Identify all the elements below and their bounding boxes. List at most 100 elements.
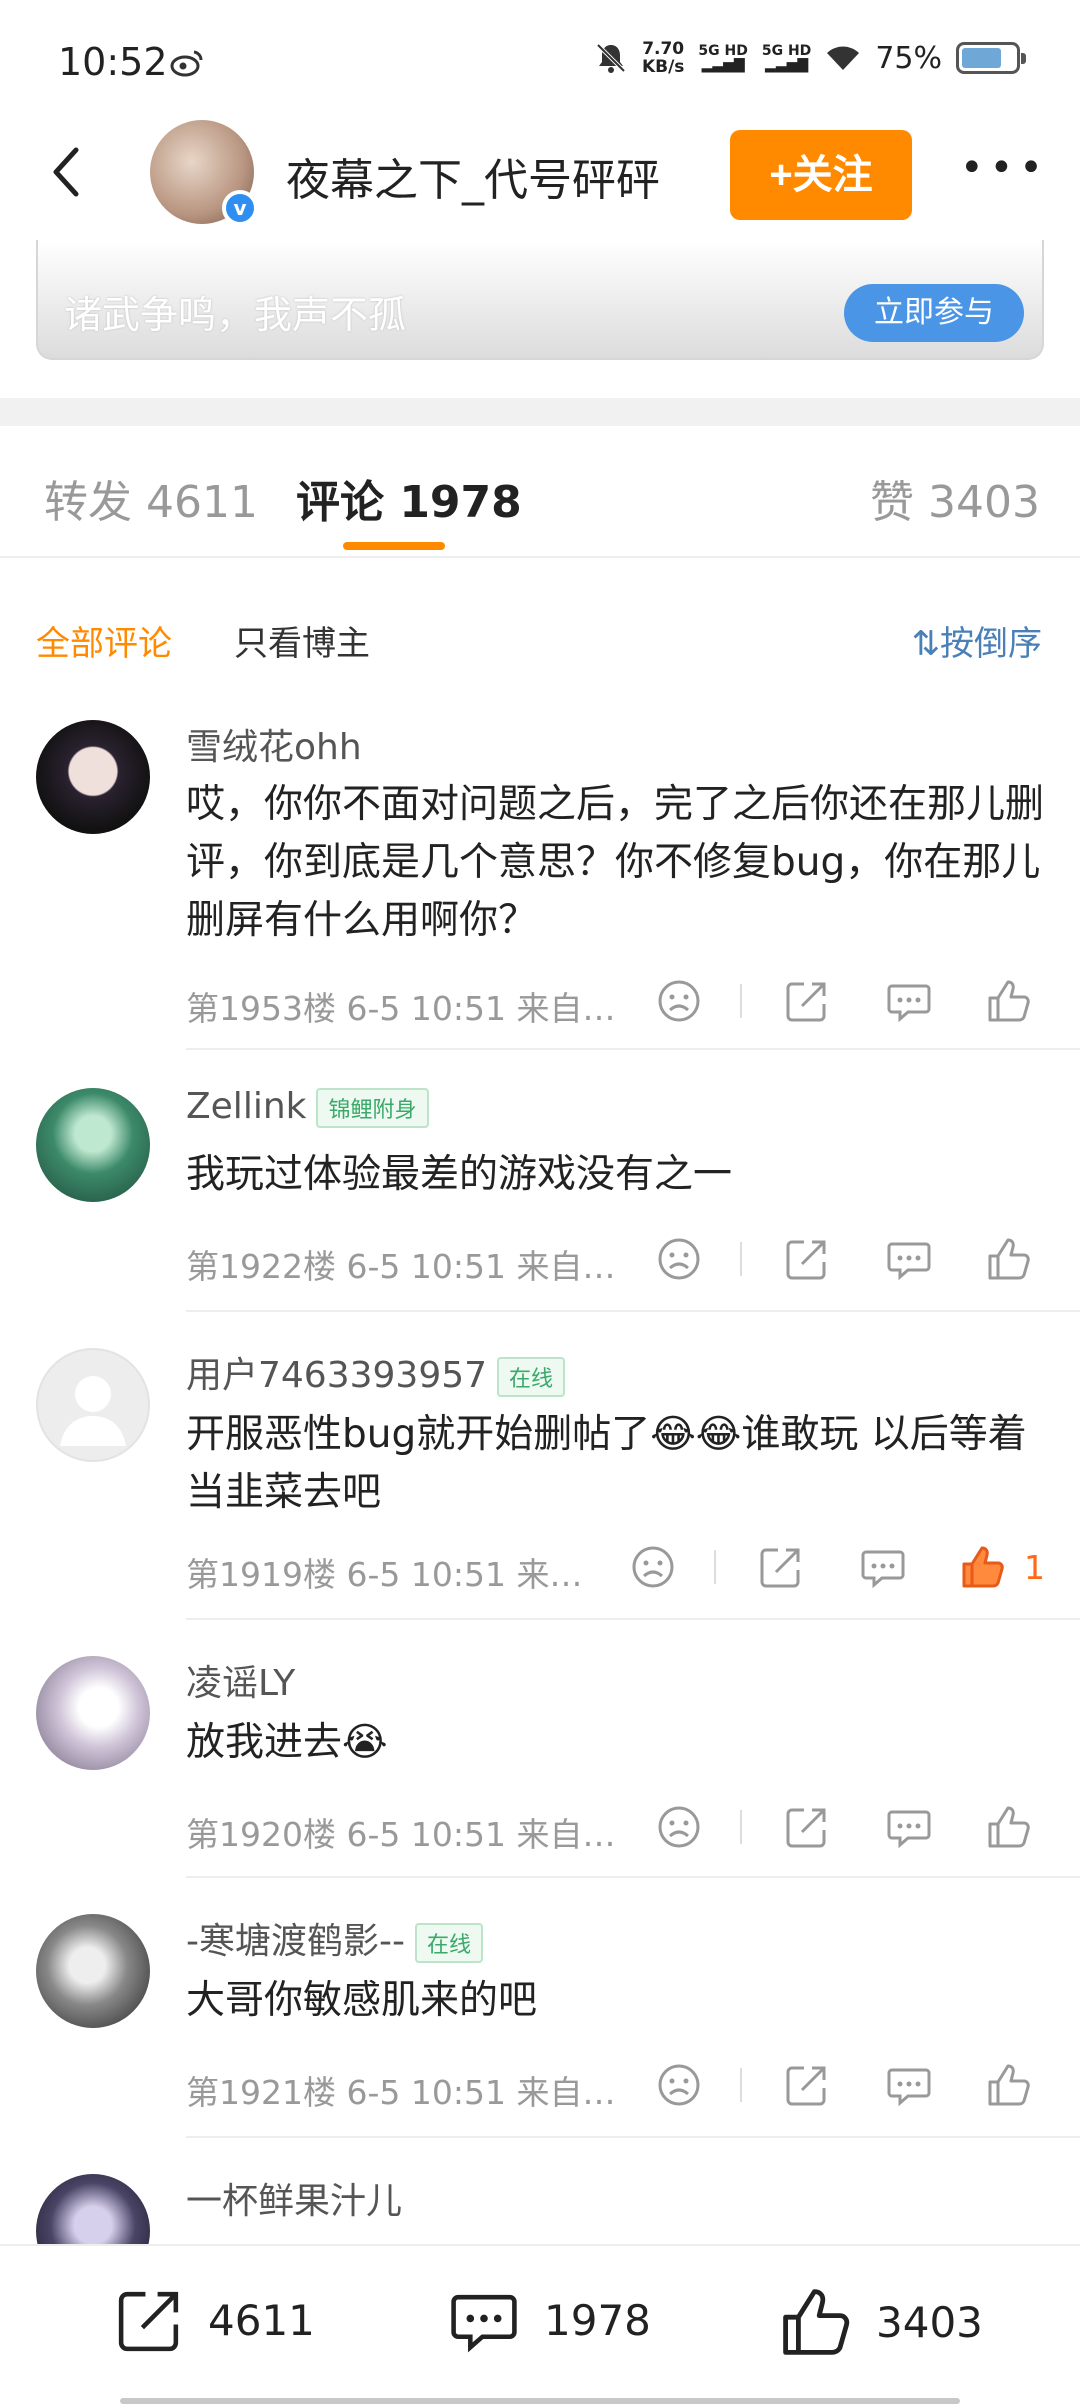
tab-repost[interactable]: 转发 4611 bbox=[44, 466, 258, 530]
dislike-face-icon[interactable] bbox=[654, 1234, 704, 1284]
reply-icon[interactable] bbox=[884, 2060, 934, 2110]
status-time: 10:52 bbox=[58, 40, 168, 84]
commenter-name[interactable]: 雪绒花ohh bbox=[186, 718, 362, 770]
reply-icon[interactable] bbox=[884, 976, 934, 1026]
join-now-button[interactable]: 立即参与 bbox=[844, 284, 1024, 342]
share-icon[interactable] bbox=[782, 1234, 832, 1284]
comment-meta: 第1953楼 6-5 10:51 来自… bbox=[186, 989, 616, 1028]
comment-item: 凌谣LY 放我进去😭 第1920楼 6-5 10:51 来自… bbox=[0, 1622, 1080, 1878]
commenter-avatar[interactable] bbox=[36, 1656, 150, 1770]
comment-meta: 第1919楼 6-5 10:51 来… bbox=[186, 1555, 583, 1594]
comment-meta: 第1920楼 6-5 10:51 来自… bbox=[186, 1815, 616, 1854]
comment-meta: 第1921楼 6-5 10:51 来自… bbox=[186, 2073, 616, 2112]
dislike-face-icon[interactable] bbox=[654, 2060, 704, 2110]
sort-toggle[interactable]: ⇅按倒序 bbox=[912, 616, 1043, 665]
network-speed: 7.70 KB/s bbox=[641, 39, 685, 77]
action-separator bbox=[740, 1242, 742, 1276]
section-gap bbox=[0, 398, 1080, 426]
commenter-name[interactable]: 凌谣LY bbox=[186, 1654, 295, 1706]
thumbs-up-icon bbox=[783, 2289, 850, 2355]
comment-text: 放我进去😭 bbox=[186, 1720, 388, 1765]
tab-comment[interactable]: 评论 1978 bbox=[296, 466, 522, 530]
repost-icon bbox=[118, 2291, 179, 2352]
share-icon[interactable] bbox=[782, 1802, 832, 1852]
comment-divider bbox=[186, 1618, 1080, 1620]
filter-host-only[interactable]: 只看博主 bbox=[234, 616, 370, 665]
share-icon[interactable] bbox=[756, 1542, 806, 1592]
comment-text: 开服恶性bug就开始删帖了😂😂谁敢玩 以后等着当韭菜去吧 bbox=[186, 1412, 1027, 1515]
commenter-name[interactable]: 用户7463393957 在线 bbox=[186, 1346, 566, 1398]
comment-divider bbox=[186, 1048, 1080, 1050]
comment-item: Zellink 锦鲤附身 我玩过体验最差的游戏没有之一 第1922楼 6-5 10… bbox=[0, 1052, 1080, 1312]
sort-icon: ⇅ bbox=[911, 624, 941, 664]
banner-text: 诸武争鸣，我声不孤 bbox=[64, 293, 407, 337]
comment-divider bbox=[186, 2136, 1080, 2138]
comment-text: 大哥你敏感肌来的吧 bbox=[186, 1978, 538, 2023]
status-bar: 10:52 7.70 KB/s 5G HD ▂▃▅▇ 5G HD ▂▃▅▇ 75% bbox=[0, 0, 1080, 130]
reply-icon[interactable] bbox=[884, 1802, 934, 1852]
action-separator bbox=[714, 1550, 716, 1584]
reply-icon[interactable] bbox=[884, 1234, 934, 1284]
comment-item: 一杯鲜果汁儿 bbox=[0, 2140, 1080, 2244]
tab-like[interactable]: 赞 3403 bbox=[870, 466, 1040, 530]
signal-1: 5G HD ▂▃▅▇ bbox=[698, 43, 748, 73]
commenter-avatar[interactable] bbox=[36, 1914, 150, 2028]
promo-banner[interactable]: 诸武争鸣，我声不孤 立即参与 bbox=[36, 240, 1044, 360]
share-icon[interactable] bbox=[782, 976, 832, 1026]
wifi-icon bbox=[827, 46, 860, 70]
verified-badge-icon: v bbox=[222, 190, 258, 226]
dislike-face-icon[interactable] bbox=[654, 1802, 704, 1852]
commenter-name[interactable]: 一杯鲜果汁儿 bbox=[186, 2172, 402, 2224]
active-tab-indicator bbox=[343, 542, 445, 550]
reply-icon[interactable] bbox=[858, 1542, 908, 1592]
share-icon[interactable] bbox=[782, 2060, 832, 2110]
commenter-avatar[interactable] bbox=[36, 1088, 150, 1202]
author-name[interactable]: 夜幕之下_代号砰砰 bbox=[286, 144, 660, 208]
comment-text: 哎，你你不面对问题之后，完了之后你还在那儿删评，你到底是几个意思？你不修复bug… bbox=[186, 782, 1045, 943]
commenter-avatar[interactable] bbox=[36, 1348, 150, 1462]
commenter-name[interactable]: -寒塘渡鹤影-- 在线 bbox=[186, 1912, 483, 1964]
action-separator bbox=[740, 984, 742, 1018]
bottom-repost-button[interactable]: 4611 bbox=[112, 2282, 315, 2358]
weibo-icon bbox=[170, 50, 203, 77]
bottom-comment-button[interactable]: 1978 bbox=[444, 2282, 651, 2358]
more-options-icon[interactable]: ••• bbox=[960, 148, 1043, 198]
bottom-action-bar: 4611 1978 3403 bbox=[0, 2244, 1080, 2408]
comment-icon bbox=[451, 2294, 517, 2353]
dislike-face-icon[interactable] bbox=[654, 976, 704, 1026]
dislike-face-icon[interactable] bbox=[628, 1542, 678, 1592]
online-badge: 在线 bbox=[497, 1357, 566, 1397]
commenter-avatar[interactable] bbox=[36, 2174, 150, 2244]
comment-text: 我玩过体验最差的游戏没有之一 bbox=[186, 1152, 733, 1197]
action-separator bbox=[740, 1810, 742, 1844]
like-icon[interactable] bbox=[984, 1802, 1034, 1852]
post-header: v 夜幕之下_代号砰砰 +关注 ••• bbox=[0, 120, 1080, 240]
bottom-like-button[interactable]: 3403 bbox=[776, 2282, 983, 2362]
comment-meta: 第1922楼 6-5 10:51 来自… bbox=[186, 1247, 616, 1286]
online-badge: 在线 bbox=[414, 1923, 483, 1963]
comment-item: 雪绒花ohh 哎，你你不面对问题之后，完了之后你还在那儿删评，你到底是几个意思？… bbox=[0, 700, 1080, 1050]
battery-icon bbox=[956, 42, 1026, 74]
comment-like-count: 1 bbox=[1024, 1548, 1045, 1587]
interaction-tabs: 转发 4611 评论 1978 赞 3403 bbox=[0, 426, 1080, 558]
commenter-avatar[interactable] bbox=[36, 720, 150, 834]
default-user-icon bbox=[60, 1376, 126, 1446]
koi-badge: 锦鲤附身 bbox=[316, 1088, 429, 1128]
signal-2: 5G HD ▂▃▅▇ bbox=[761, 43, 812, 73]
liked-icon[interactable] bbox=[958, 1542, 1008, 1592]
comment-filter-bar: 全部评论 只看博主 ⇅按倒序 bbox=[0, 598, 1080, 678]
commenter-name[interactable]: Zellink 锦鲤附身 bbox=[186, 1086, 429, 1128]
comment-item: 用户7463393957 在线 开服恶性bug就开始删帖了😂😂谁敢玩 以后等着当韭… bbox=[0, 1312, 1080, 1620]
filter-all-comments[interactable]: 全部评论 bbox=[36, 616, 172, 665]
back-icon[interactable] bbox=[40, 142, 100, 202]
comment-item: -寒塘渡鹤影-- 在线 大哥你敏感肌来的吧 第1921楼 6-5 10:51 来自… bbox=[0, 1880, 1080, 2138]
gesture-bar bbox=[620, 2398, 960, 2404]
mute-bell-icon bbox=[596, 43, 626, 73]
battery-percent: 75% bbox=[875, 40, 942, 76]
comment-divider bbox=[186, 1876, 1080, 1878]
follow-button[interactable]: +关注 bbox=[730, 130, 912, 220]
like-icon[interactable] bbox=[984, 2060, 1034, 2110]
like-icon[interactable] bbox=[984, 1234, 1034, 1284]
action-separator bbox=[740, 2068, 742, 2102]
like-icon[interactable] bbox=[984, 976, 1034, 1026]
